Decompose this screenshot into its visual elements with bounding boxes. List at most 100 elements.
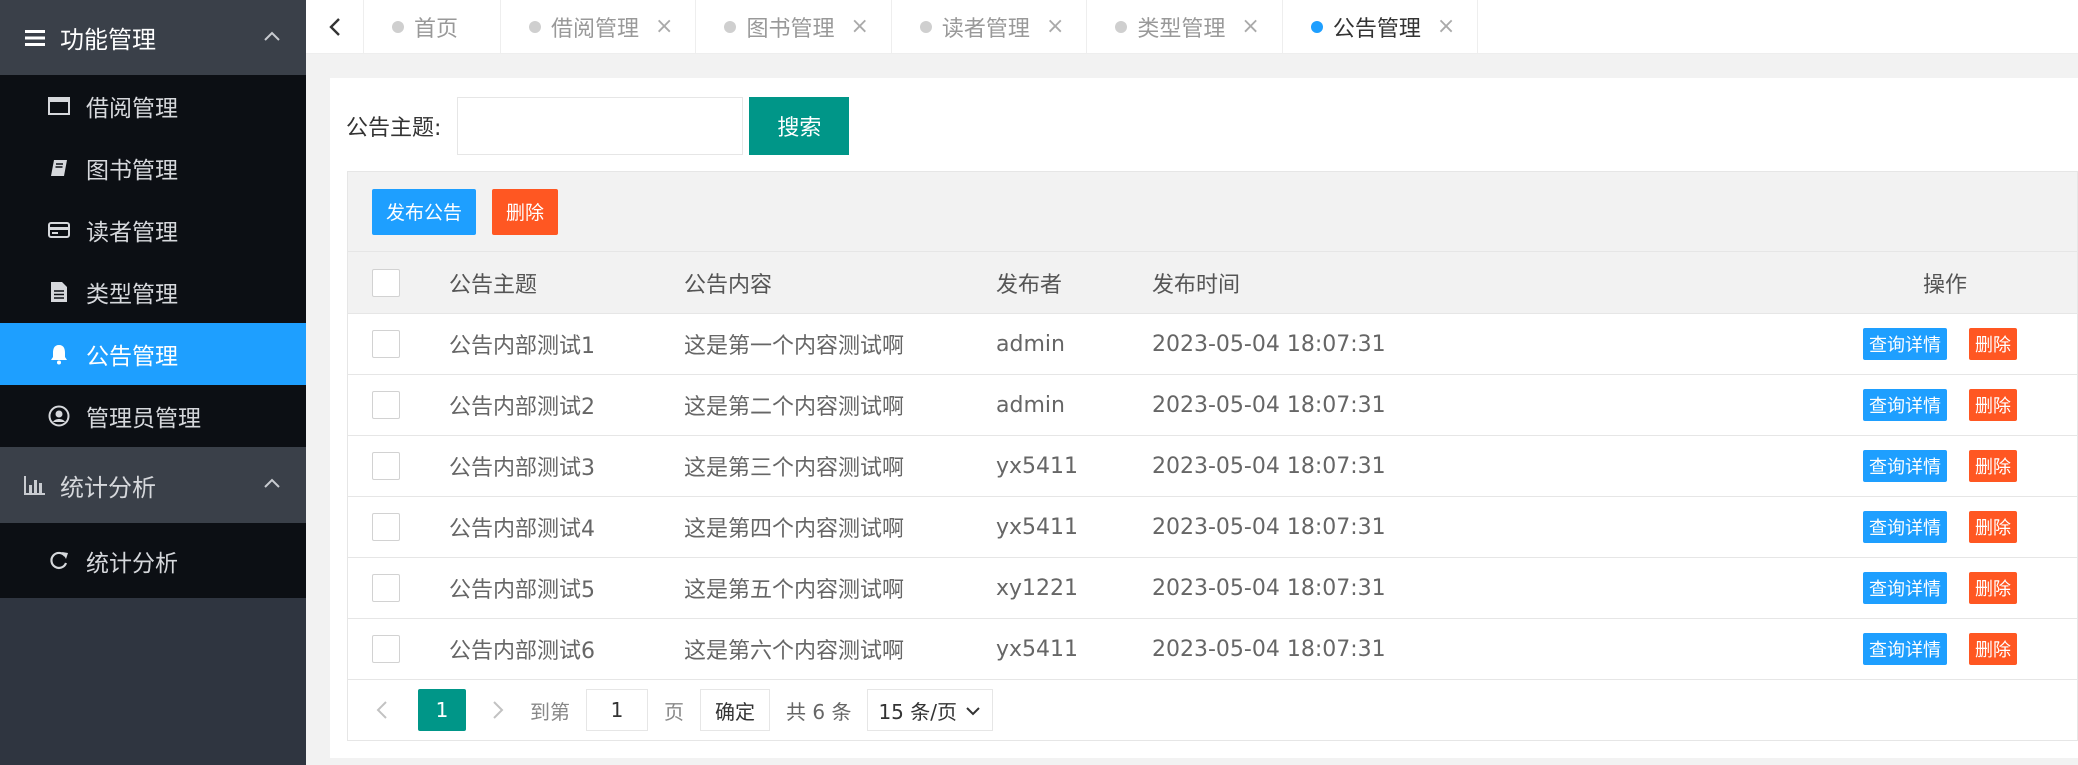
table-row: 公告内部测试1 这是第一个内容测试啊 admin 2023-05-04 18:0…: [348, 314, 2077, 375]
refresh-icon: [48, 550, 70, 572]
row-checkbox[interactable]: [372, 452, 400, 480]
search-input[interactable]: [457, 97, 744, 155]
sidebar-item-statistics[interactable]: 统计分析: [0, 523, 306, 598]
chevron-left-icon: [328, 17, 340, 36]
menu-group-statistics[interactable]: 统计分析: [0, 447, 306, 523]
cell-title: 公告内部测试6: [449, 639, 595, 664]
table-row: 公告内部测试6 这是第六个内容测试啊 yx5411 2023-05-04 18:…: [348, 619, 2077, 680]
sidebar-item-types[interactable]: 类型管理: [0, 261, 306, 323]
goto-label: 到第: [530, 699, 570, 724]
sidebar-item-admins[interactable]: 管理员管理: [0, 385, 306, 447]
submenu-function-management: 借阅管理 图书管理 读者管理 类型管理 公告管理 管理员管理: [0, 75, 306, 447]
pagination: 1 到第 1 页 确定 共 6 条 15 条/页: [348, 678, 2077, 742]
tab-status-dot: [529, 20, 542, 33]
close-icon[interactable]: ×: [1241, 14, 1259, 39]
sidebar-item-label: 管理员管理: [86, 406, 201, 432]
close-icon[interactable]: ×: [850, 14, 868, 39]
sidebar-item-label: 借阅管理: [86, 96, 178, 122]
view-detail-button[interactable]: 查询详情: [1863, 633, 1947, 665]
tab-label: 公告管理: [1332, 16, 1421, 42]
tab-label: 读者管理: [941, 16, 1030, 42]
view-detail-button[interactable]: 查询详情: [1863, 389, 1947, 421]
menu-group-function-management[interactable]: 功能管理: [0, 0, 306, 75]
cell-content: 这是第一个内容测试啊: [684, 334, 905, 359]
row-checkbox[interactable]: [372, 513, 400, 541]
row-checkbox[interactable]: [372, 391, 400, 419]
tab-status-dot: [1310, 20, 1323, 33]
user-circle-icon: [48, 405, 70, 427]
sidebar-item-label: 类型管理: [86, 282, 178, 308]
sidebar-item-announcements[interactable]: 公告管理: [0, 323, 306, 385]
view-detail-button[interactable]: 查询详情: [1863, 572, 1947, 604]
sidebar-item-label: 图书管理: [86, 158, 178, 184]
sidebar-item-borrow[interactable]: 借阅管理: [0, 75, 306, 137]
table-toolbar: 发布公告 删除: [348, 172, 2077, 252]
current-page[interactable]: 1: [418, 689, 466, 731]
tab-status-dot: [724, 20, 737, 33]
window-icon: [48, 95, 70, 117]
cell-actions: 查询详情 删除: [1863, 558, 2017, 618]
sidebar-item-books[interactable]: 图书管理: [0, 137, 306, 199]
close-icon[interactable]: ×: [655, 14, 673, 39]
chevron-up-icon: [264, 31, 280, 41]
tab-status-dot: [919, 20, 932, 33]
page-size-select[interactable]: 15 条/页: [867, 689, 994, 731]
close-icon[interactable]: ×: [1046, 14, 1064, 39]
tab-scroll-left-button[interactable]: [306, 0, 364, 53]
next-page-icon[interactable]: [486, 698, 510, 722]
row-delete-button[interactable]: 删除: [1969, 633, 2017, 665]
table-body: 公告内部测试1 这是第一个内容测试啊 admin 2023-05-04 18:0…: [348, 314, 2077, 680]
cell-actions: 查询详情 删除: [1863, 497, 2017, 557]
row-delete-button[interactable]: 删除: [1969, 328, 2017, 360]
view-detail-button[interactable]: 查询详情: [1863, 450, 1947, 482]
row-checkbox[interactable]: [372, 330, 400, 358]
cell-title: 公告内部测试2: [449, 395, 595, 420]
prev-page-icon[interactable]: [370, 698, 394, 722]
tab-types[interactable]: 类型管理 ×: [1087, 0, 1283, 53]
cell-content: 这是第六个内容测试啊: [684, 639, 905, 664]
tab-label: 类型管理: [1137, 16, 1226, 42]
batch-delete-button[interactable]: 删除: [492, 188, 559, 235]
column-header-time: 发布时间: [1152, 272, 1241, 298]
row-checkbox[interactable]: [372, 635, 400, 663]
tab-announcements[interactable]: 公告管理 ×: [1283, 0, 1479, 53]
sidebar-item-readers[interactable]: 读者管理: [0, 199, 306, 261]
page-size-value: 15 条/页: [878, 699, 957, 724]
cell-actions: 查询详情 删除: [1863, 375, 2017, 435]
row-delete-button[interactable]: 删除: [1969, 511, 2017, 543]
cell-title: 公告内部测试5: [449, 578, 595, 603]
tab-borrow[interactable]: 借阅管理 ×: [501, 0, 697, 53]
sidebar-item-label: 统计分析: [86, 550, 178, 577]
tab-label: 借阅管理: [551, 16, 640, 42]
publish-announcement-button[interactable]: 发布公告: [372, 188, 477, 235]
table-header: 公告主题 公告内容 发布者 发布时间 操作: [348, 252, 2077, 314]
row-delete-button[interactable]: 删除: [1969, 572, 2017, 604]
menu-lines-icon: [24, 27, 46, 49]
tab-label: 图书管理: [746, 16, 835, 42]
column-header-author: 发布者: [996, 272, 1063, 298]
row-delete-button[interactable]: 删除: [1969, 450, 2017, 482]
row-delete-button[interactable]: 删除: [1969, 389, 2017, 421]
cell-author: yx5411: [996, 514, 1079, 540]
row-select-cell: [372, 314, 400, 374]
goto-page-input[interactable]: 1: [586, 689, 648, 731]
tab-books[interactable]: 图书管理 ×: [696, 0, 892, 53]
bell-icon: [48, 343, 70, 365]
row-checkbox[interactable]: [372, 574, 400, 602]
file-icon: [48, 281, 70, 303]
cell-actions: 查询详情 删除: [1863, 436, 2017, 496]
tab-readers[interactable]: 读者管理 ×: [892, 0, 1088, 53]
cell-author: yx5411: [996, 636, 1079, 662]
close-icon[interactable]: ×: [1437, 14, 1455, 39]
tab-home[interactable]: 首页: [364, 0, 502, 53]
row-select-cell: [372, 558, 400, 618]
chevron-down-icon: [966, 707, 981, 716]
view-detail-button[interactable]: 查询详情: [1863, 328, 1947, 360]
search-button[interactable]: 搜索: [749, 97, 850, 155]
select-all-checkbox[interactable]: [372, 268, 400, 297]
cell-time: 2023-05-04 18:07:31: [1152, 392, 1386, 418]
goto-confirm-button[interactable]: 确定: [700, 689, 770, 731]
view-detail-button[interactable]: 查询详情: [1863, 511, 1947, 543]
cell-content: 这是第五个内容测试啊: [684, 578, 905, 603]
tab-bar: 首页 借阅管理 × 图书管理 × 读者管理 × 类型管理 × 公告管理 ×: [306, 0, 2078, 54]
